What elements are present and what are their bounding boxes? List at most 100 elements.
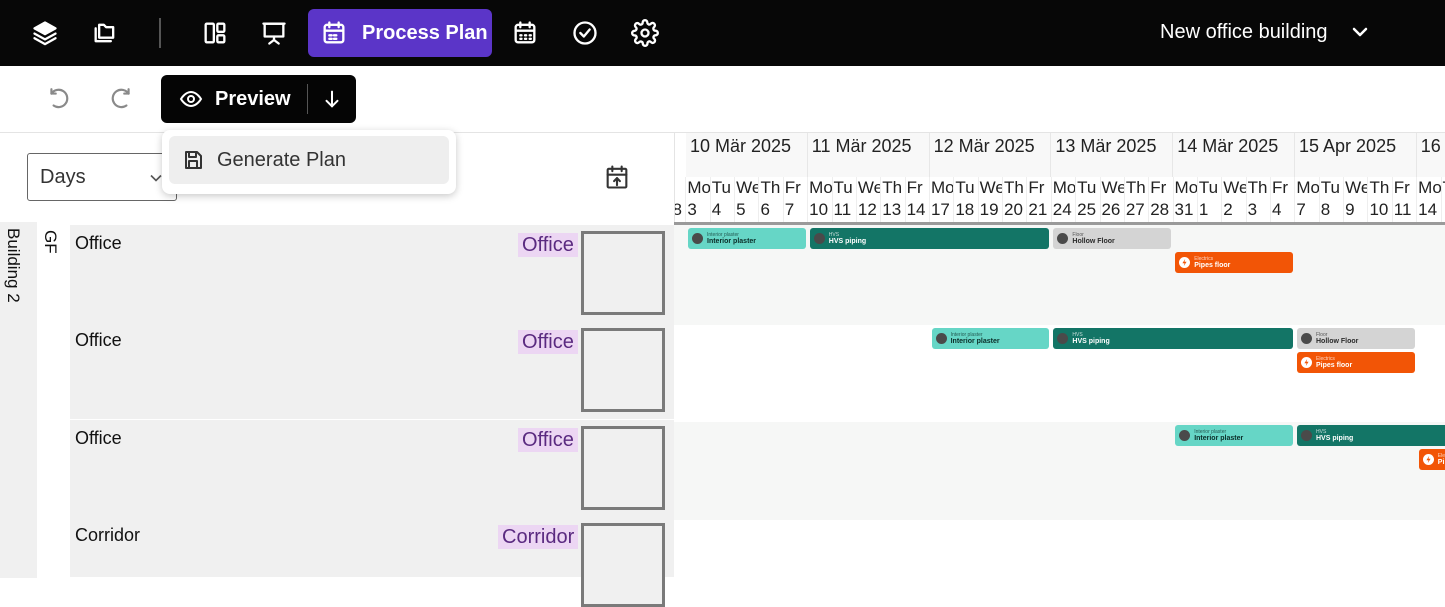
day-name: Fr [1028, 178, 1045, 197]
day-name: Tu [711, 178, 731, 197]
task-bar[interactable]: Floor Hollow Floor [1053, 228, 1172, 249]
timeline-week-header: 13 Mär 2025 [1051, 133, 1174, 177]
trade-icon [813, 233, 825, 244]
timeline-day-header: Fr 4 [1271, 177, 1296, 222]
task-bar[interactable]: Electrics Pipes floor [1175, 252, 1293, 273]
day-name: Mo [1418, 178, 1442, 197]
layout-icon[interactable] [197, 15, 233, 51]
room-thumbnail[interactable] [581, 231, 665, 315]
timeline-day-header: Tu 4 [711, 177, 736, 222]
task-name: Pi [1437, 458, 1445, 466]
day-name: Mo [1052, 178, 1077, 197]
preview-label: Preview [215, 87, 291, 110]
task-category: Interior plaster [707, 231, 739, 238]
timeline-day-header: We 12 [857, 177, 882, 222]
day-number: 14 [1418, 200, 1438, 219]
day-name: Tu [1320, 178, 1340, 197]
timeline-row: Interior plaster Interior plaster HVS HVS p… [674, 325, 1445, 422]
room-row[interactable]: Office Office [70, 225, 674, 323]
task-label: Interior plaster Interior plaster [1194, 429, 1243, 443]
arrow-down-icon [325, 90, 339, 108]
day-name: Th [1125, 178, 1146, 197]
task-bar[interactable]: HVS HVS piping [1053, 328, 1293, 349]
task-bar[interactable]: ElectricsPi [1418, 449, 1445, 470]
bolt-icon [1179, 257, 1191, 268]
task-bar[interactable]: HVS HVS piping [1297, 425, 1445, 446]
generate-plan-menu-item[interactable]: Generate Plan [169, 136, 449, 184]
task-bar[interactable]: Floor Hollow Floor [1297, 328, 1415, 349]
timeline-day-header: Mo 14 [1417, 177, 1442, 222]
timeline-day-header: We 5 [735, 177, 760, 222]
day-number: 24 [1052, 200, 1072, 219]
day-name: Mo [1296, 178, 1320, 197]
day-name: Tu [1198, 178, 1219, 197]
day-number: 10 [1369, 200, 1389, 219]
preview-dropdown-button[interactable] [308, 75, 356, 123]
timeline-day-header: T [1442, 177, 1445, 222]
task-bar[interactable]: Electrics Pipes floor [1297, 352, 1415, 373]
day-number: 7 [1296, 200, 1306, 219]
room-name: Office [75, 233, 122, 253]
timeline-day-header: Tu 1 [1198, 177, 1223, 222]
day-number: 4 [1272, 200, 1282, 219]
day-name: Fr [1393, 178, 1410, 197]
check-circle-icon[interactable] [567, 15, 603, 51]
timeline-week-header: 16 [1416, 133, 1445, 177]
timeline-day-header: Tu 25 [1076, 177, 1101, 222]
calendar-export-icon[interactable] [603, 163, 631, 191]
task-name: HVS piping [1072, 337, 1110, 345]
day-number: 8 [1320, 200, 1331, 219]
task-name: Pipes floor [1194, 261, 1231, 269]
room-thumbnail[interactable] [581, 328, 665, 412]
project-select[interactable]: New office building [1160, 20, 1372, 44]
trade-icon [1179, 430, 1191, 441]
timeline-row: Interior plaster Interior plaster HVS HVS p… [674, 225, 1445, 325]
room-row[interactable]: Office Office [70, 322, 674, 420]
timeline-day-header: Th 10 [1368, 177, 1393, 222]
room-thumbnail[interactable] [581, 523, 665, 607]
redo-icon[interactable] [106, 84, 136, 114]
task-label: HVS HVS piping [829, 232, 866, 246]
undo-icon[interactable] [44, 84, 74, 114]
task-bar[interactable]: HVS HVS piping [809, 228, 1050, 249]
project-name: New office building [1160, 20, 1328, 43]
task-bar[interactable]: Interior plaster Interior plaster [688, 228, 806, 249]
timeline-day-header: Tu 11 [833, 177, 857, 222]
trade-icon [692, 233, 703, 244]
time-scale-value: Days [40, 165, 86, 188]
calendar-icon [323, 21, 345, 44]
room-thumbnail[interactable] [581, 426, 665, 510]
gear-icon[interactable] [627, 15, 663, 51]
task-bar[interactable]: Interior plaster Interior plaster [1175, 425, 1293, 446]
folders-icon[interactable] [87, 15, 123, 51]
day-number: 21 [1028, 200, 1048, 219]
timeline-week-header: 12 Mär 2025 [929, 133, 1052, 177]
day-name: We [1223, 178, 1247, 197]
tab-process-plan-label: Process Plan [362, 21, 488, 44]
room-row[interactable]: Office Office [70, 420, 674, 518]
calendar-icon[interactable] [507, 15, 543, 51]
task-category: Floor [1316, 331, 1328, 338]
day-number: 2 [1223, 200, 1233, 219]
task-bar[interactable]: Interior plaster Interior plaster [931, 328, 1050, 349]
bolt-icon [1422, 454, 1434, 465]
day-number: 26 [1101, 200, 1121, 219]
task-label: Floor Hollow Floor [1072, 232, 1114, 246]
presentation-icon[interactable] [256, 15, 292, 51]
day-number: 3 [1247, 200, 1258, 219]
day-name: Tu [833, 178, 853, 197]
tab-process-plan[interactable]: Process Plan [308, 9, 492, 57]
layers-icon[interactable] [27, 15, 63, 51]
day-number: 25 [1077, 200, 1097, 219]
day-number: 4 [711, 200, 722, 219]
room-row[interactable]: Corridor Corridor [70, 517, 674, 607]
task-name: Hollow Floor [1316, 337, 1359, 345]
preview-button[interactable]: Preview [161, 75, 307, 123]
task-name: HVS piping [1316, 434, 1354, 442]
day-name: Th [1369, 178, 1390, 197]
save-icon [185, 151, 202, 169]
day-name: Fr [1272, 178, 1289, 197]
time-scale-select[interactable]: Days [27, 153, 177, 201]
bolt-icon [1301, 357, 1312, 368]
day-number: 28 [1150, 200, 1170, 219]
